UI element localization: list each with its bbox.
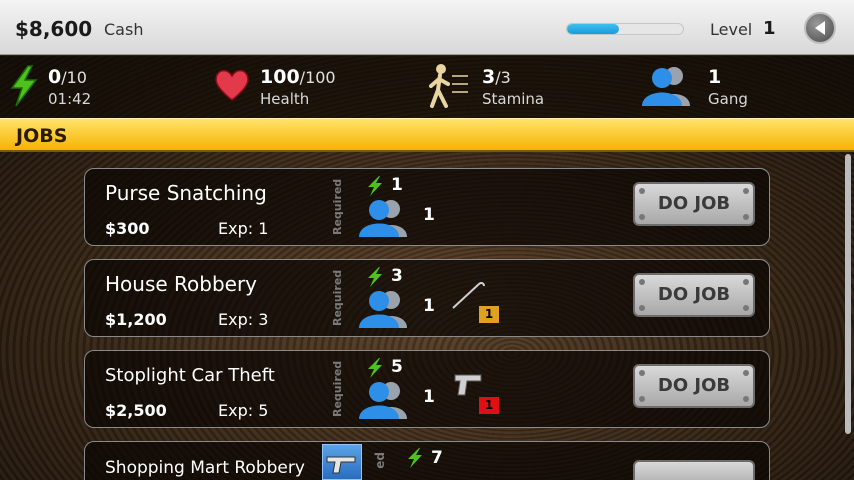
do-job-label: DO JOB xyxy=(657,375,731,396)
energy-bolt-icon xyxy=(368,358,382,378)
experience-progress-bar xyxy=(566,23,684,35)
job-pay: $1,200 xyxy=(105,310,167,329)
required-gang: 1 xyxy=(423,387,435,407)
do-job-label: DO JOB xyxy=(657,193,731,214)
gang-value: 1 xyxy=(708,66,722,88)
required-energy: 5 xyxy=(391,357,403,377)
jobs-header: JOBS xyxy=(0,118,854,152)
pistol-thumbnail xyxy=(322,444,362,480)
job-exp: Exp: 5 xyxy=(218,401,269,420)
stamina-value: 3 xyxy=(482,66,496,88)
back-arrow-icon[interactable] xyxy=(804,12,836,44)
required-label: Required xyxy=(331,178,344,236)
energy-timer: 01:42 xyxy=(48,90,92,108)
stamina-runner-icon xyxy=(429,64,468,108)
gang-icon xyxy=(359,382,407,419)
job-name: House Robbery xyxy=(105,272,258,296)
cash-value: $8,600 xyxy=(15,17,93,41)
gang-icon xyxy=(359,200,407,237)
required-gang: 1 xyxy=(423,296,435,316)
required-label: Required xyxy=(331,269,344,327)
level-label: Level xyxy=(710,20,753,39)
health-label: Health xyxy=(260,90,310,108)
job-pay: $2,500 xyxy=(105,401,167,420)
job-name: Stoplight Car Theft xyxy=(105,365,275,386)
job-name: Purse Snatching xyxy=(105,181,267,205)
energy-bolt-icon xyxy=(368,176,382,196)
item-count-badge: 1 xyxy=(479,306,499,323)
required-label-partial: ed xyxy=(373,452,387,469)
required-energy: 1 xyxy=(391,175,403,195)
required-energy: 7 xyxy=(431,448,443,468)
stamina-max: /3 xyxy=(495,68,511,87)
item-count-badge: 1 xyxy=(479,397,499,414)
job-card-purse-snatching: Purse Snatching $300 Exp: 1 Required 1 1… xyxy=(84,168,770,246)
cash-label: Cash xyxy=(104,20,144,39)
gang-stat: 1 Gang xyxy=(708,66,748,108)
job-name: Shopping Mart Robbery xyxy=(105,458,305,478)
scrollbar[interactable] xyxy=(845,154,851,434)
job-exp: Exp: 3 xyxy=(218,310,269,329)
gang-label: Gang xyxy=(708,90,748,108)
required-label: Required xyxy=(331,360,344,418)
job-card-house-robbery: House Robbery $1,200 Exp: 3 Required 3 1… xyxy=(84,259,770,337)
gang-icon xyxy=(642,67,690,106)
job-pay: $300 xyxy=(105,219,150,238)
stamina-label: Stamina xyxy=(482,90,545,108)
energy-stat: 0/10 01:42 xyxy=(48,66,91,108)
job-exp: Exp: 1 xyxy=(218,219,269,238)
do-job-button[interactable]: DO JOB xyxy=(633,273,755,317)
top-bar: $8,600 Cash Level 1 xyxy=(0,0,854,55)
stats-bar: 0/10 01:42 100/100 Health 3/3 Stamina 1 … xyxy=(0,56,854,118)
energy-bolt-icon xyxy=(368,267,382,287)
health-value: 100 xyxy=(260,66,300,88)
pistol-icon xyxy=(326,456,356,474)
experience-progress-fill xyxy=(567,24,620,34)
pistol-icon xyxy=(454,374,482,396)
gang-icon xyxy=(359,291,407,328)
do-job-label: DO JOB xyxy=(657,284,731,305)
health-stat: 100/100 Health xyxy=(260,66,336,108)
energy-bolt-icon xyxy=(408,448,422,468)
required-gang: 1 xyxy=(423,205,435,225)
level-value: 1 xyxy=(763,18,776,39)
job-card-stoplight-car-theft: Stoplight Car Theft $2,500 Exp: 5 Requir… xyxy=(84,350,770,428)
energy-max: /10 xyxy=(61,68,87,87)
health-max: /100 xyxy=(299,68,336,87)
heart-icon xyxy=(215,69,249,101)
required-energy: 3 xyxy=(391,266,403,286)
job-card-shopping-mart-robbery: Shopping Mart Robbery ed 7 xyxy=(84,441,770,480)
jobs-title: JOBS xyxy=(16,125,68,147)
do-job-button[interactable] xyxy=(633,460,755,480)
stamina-stat: 3/3 Stamina xyxy=(482,66,544,108)
energy-value: 0 xyxy=(48,66,62,88)
energy-bolt-icon xyxy=(10,65,38,107)
do-job-button[interactable]: DO JOB xyxy=(633,182,755,226)
do-job-button[interactable]: DO JOB xyxy=(633,364,755,408)
